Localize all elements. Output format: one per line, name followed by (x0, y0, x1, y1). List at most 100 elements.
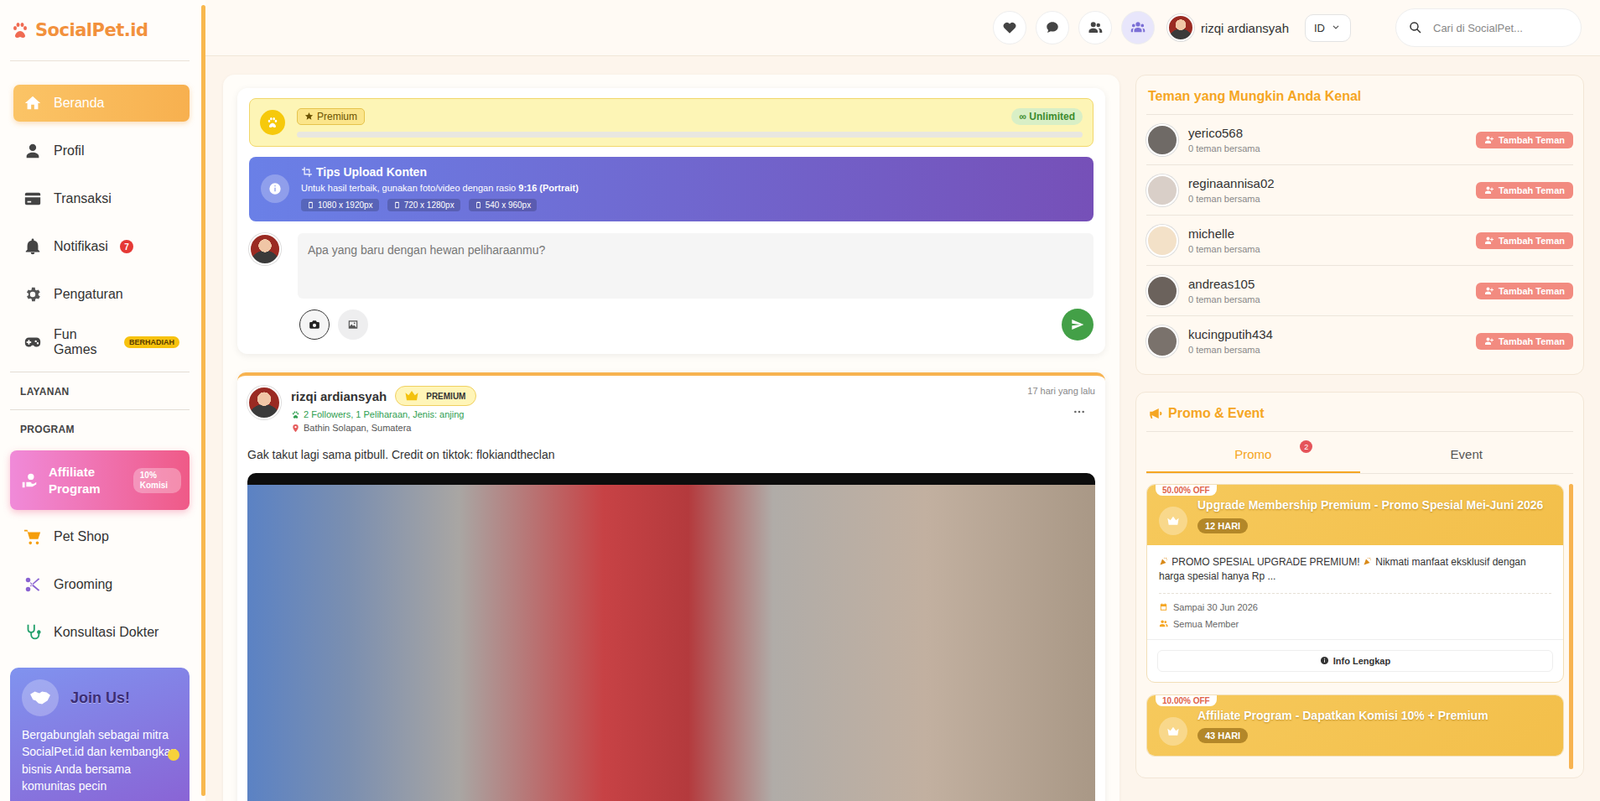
topbar-button[interactable] (992, 10, 1027, 45)
paw-icon (10, 20, 31, 41)
chevron-down-icon (1329, 21, 1342, 34)
sidebar-item[interactable]: Transaksi (13, 180, 190, 218)
info-button[interactable]: Info Lengkap (1157, 649, 1554, 672)
promo-until: Sampai 30 Jun 2026 (1158, 602, 1552, 613)
author-name[interactable]: rizqi ardiansyah (290, 389, 387, 404)
sidebar-item[interactable]: Notifikasi7 (13, 228, 190, 265)
send-button[interactable] (1061, 308, 1094, 341)
days-left: 12 HARI (1197, 518, 1248, 534)
add-friend-button[interactable]: Tambah Teman (1475, 332, 1574, 350)
sidebar-item[interactable]: Profil (13, 132, 190, 170)
topbar-button[interactable] (1078, 10, 1112, 45)
topbar-button[interactable] (1035, 10, 1070, 45)
sidebar-label: Pengaturan (53, 286, 124, 302)
user-avatar (1167, 14, 1195, 42)
sidebar-label: Profil (53, 143, 84, 159)
add-friend-button[interactable]: Tambah Teman (1475, 181, 1574, 199)
add-friend-button[interactable]: Tambah Teman (1475, 131, 1574, 149)
post-media[interactable] (247, 472, 1096, 801)
user-plus-icon (1484, 285, 1495, 297)
send-icon (1070, 317, 1085, 332)
language-select[interactable]: ID (1304, 14, 1351, 42)
info-icon (1319, 655, 1330, 665)
promo-tab[interactable]: Event (1360, 435, 1575, 473)
discount-tag: 10.00% OFF (1155, 695, 1217, 707)
friend-suggestions: Teman yang Mungkin Anda Kenalyerico5680 … (1135, 74, 1585, 375)
sidebar-label: Pet Shop (53, 529, 110, 545)
tips-title: Tips Upload Konten (301, 165, 579, 179)
chat-icon (1044, 20, 1060, 36)
promo-tab[interactable]: Promo2 (1146, 435, 1361, 473)
search-placeholder: Cari di SocialPet... (1433, 21, 1523, 35)
discount-tag: 50.00% OFF (1155, 484, 1217, 496)
steth-icon (23, 623, 42, 642)
phone-icon (306, 201, 315, 209)
sidebar-item[interactable]: Konsultasi Dokter (13, 613, 190, 651)
phone-icon (474, 201, 483, 209)
size-chip: 540 x 960px (468, 198, 538, 212)
handshake-icon (29, 686, 52, 709)
user-menu[interactable]: rizqi ardiansyah (1167, 14, 1289, 42)
post-input[interactable]: Apa yang baru dengan hewan peliharaanmu? (297, 233, 1094, 299)
mutual-friends: 0 teman bersama (1188, 344, 1466, 355)
right-panel: Teman yang Mungkin Anda Kenalyerico5680 … (1135, 74, 1585, 801)
promo-item[interactable]: 50.00% OFFUpgrade Membership Premium - P… (1146, 483, 1564, 683)
megaphone-icon (1148, 405, 1164, 421)
sidebar-item[interactable]: Pengaturan (13, 275, 190, 313)
sidebar-section: LAYANAN (10, 371, 190, 410)
sidebar-item[interactable]: Fun GamesBERHADIAH (13, 323, 190, 361)
promo-audience: Semua Member (1158, 618, 1552, 629)
sidebar: SocialPet.id Beranda Profil Transaksi Notifi… (0, 0, 206, 801)
affiliate-item[interactable]: Affiliate Program10% Komisi (10, 450, 190, 510)
brand-name: SocialPet.id (35, 20, 148, 41)
friend-avatar[interactable] (1146, 124, 1179, 156)
topbar-button[interactable] (1121, 10, 1155, 45)
sidebar-item[interactable]: Pet Shop (13, 518, 190, 556)
pin-icon (290, 423, 301, 433)
crown-icon (402, 388, 421, 404)
mutual-friends: 0 teman bersama (1188, 244, 1466, 255)
sidebar-section: PROGRAM (10, 409, 190, 447)
home-icon (23, 93, 42, 113)
calendar-icon (1158, 602, 1169, 612)
sidebar-badge: 7 (119, 239, 134, 254)
friend-name[interactable]: michelle (1188, 226, 1466, 241)
friend-name[interactable]: yerico568 (1188, 125, 1466, 141)
friend-avatar[interactable] (1146, 275, 1179, 307)
sidebar-item[interactable]: Grooming (13, 566, 190, 603)
add-friend-button[interactable]: Tambah Teman (1475, 282, 1574, 300)
friend-avatar[interactable] (1146, 224, 1179, 257)
more-icon[interactable] (1073, 409, 1086, 415)
camera-button[interactable] (299, 309, 330, 340)
friend-name[interactable]: andreas105 (1188, 276, 1466, 291)
friend-avatar[interactable] (1146, 174, 1179, 207)
users-icon (1087, 20, 1103, 36)
image-button[interactable] (337, 309, 369, 340)
join-title: Join Us! (70, 689, 130, 707)
crown-icon (1165, 724, 1181, 738)
topbar: rizqi ardiansyah ID Cari di SocialPet... (205, 0, 1600, 57)
sidebar-label: Transaksi (53, 191, 112, 207)
tab-badge: 2 (1299, 440, 1313, 453)
search-field[interactable]: Cari di SocialPet... (1395, 8, 1582, 47)
days-left: 43 HARI (1197, 727, 1248, 743)
sidebar-item[interactable]: Beranda (13, 84, 190, 122)
image-icon (347, 318, 359, 331)
logo[interactable]: SocialPet.id (10, 0, 190, 61)
promo-description: PROMO SPESIAL UPGRADE PREMIUM! Nikmati m… (1158, 555, 1552, 594)
promo-item[interactable]: 10.00% OFFAffiliate Program - Dapatkan K… (1146, 694, 1564, 757)
friend-row: andreas1050 teman bersama Tambah Teman (1146, 265, 1574, 317)
author-avatar[interactable] (247, 385, 281, 420)
quota-progress (296, 131, 1083, 138)
friend-row: reginaannisa020 teman bersama Tambah Tem… (1146, 165, 1574, 216)
friend-avatar[interactable] (1146, 325, 1179, 358)
friend-name[interactable]: reginaannisa02 (1188, 176, 1466, 191)
group-icon (1130, 20, 1146, 36)
friend-name[interactable]: kucingputih434 (1188, 327, 1466, 342)
crop-icon (301, 166, 313, 178)
join-card[interactable]: Join Us!Bergabunglah sebagai mitra Socia… (10, 667, 190, 801)
sidebar-label: Beranda (53, 95, 105, 111)
add-friend-button[interactable]: Tambah Teman (1475, 232, 1574, 250)
search-icon (1407, 20, 1424, 36)
friend-row: michelle 0 teman bersama Tambah Teman (1146, 215, 1574, 266)
